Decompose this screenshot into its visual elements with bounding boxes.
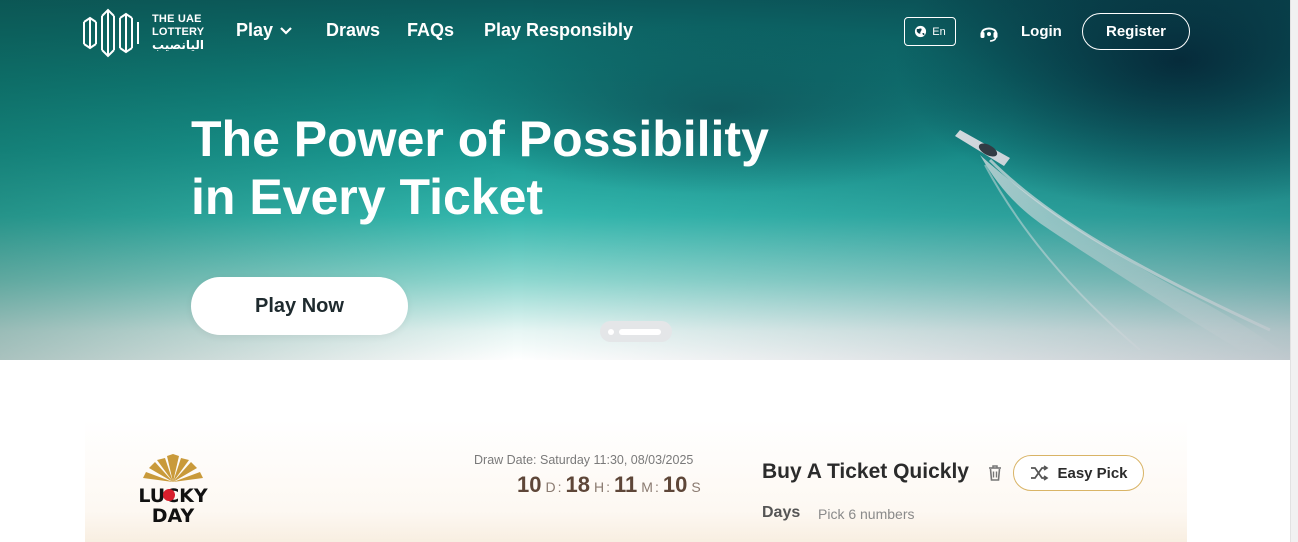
language-selector[interactable]: En [904,17,956,46]
carousel-dot[interactable] [608,328,614,335]
nav-play[interactable]: Play [236,20,293,41]
register-button[interactable]: Register [1082,13,1190,50]
countdown-separator: : [557,479,562,495]
lottery-logo-icon [83,8,139,58]
brand-name: THE UAE LOTTERY اليانصيب [152,13,204,52]
brand-line-3: اليانصيب [152,37,204,52]
countdown-hours: 18 [565,472,590,497]
nav-draws[interactable]: Draws [326,20,380,41]
draw-countdown: 10 D : 18 H : 11 M : 10 S [517,472,703,498]
countdown-seconds-unit: S [691,479,701,495]
easy-pick-label: Easy Pick [1057,464,1128,482]
lucky-day-logo: LUCKY DAY [138,454,208,526]
play-now-button[interactable]: Play Now [191,277,408,335]
nav-play-responsibly[interactable]: Play Responsibly [484,20,633,41]
countdown-minutes: 11 [614,472,638,497]
support-headset-icon[interactable] [978,21,1000,43]
hero-headline-line-1: The Power of Possibility [191,111,769,167]
countdown-minutes-unit: M [641,479,653,495]
nav-faqs[interactable]: FAQs [407,20,454,41]
days-label: Days [762,504,801,521]
countdown-days: 10 [517,472,542,497]
carousel-dot-active[interactable] [619,328,661,335]
brand-line-2: LOTTERY [152,25,205,38]
quick-buy-title: Buy A Ticket Quickly [762,460,969,483]
countdown-seconds: 10 [662,472,688,497]
carousel-indicator [600,321,672,342]
nav-play-label: Play [236,20,274,40]
speedboat-wake-image [955,130,1280,350]
shuffle-icon [1031,465,1049,481]
brand-line-1: THE UAE [152,12,202,25]
countdown-days-unit: D [545,479,556,495]
countdown-hours-unit: H [593,479,605,495]
globe-icon [915,25,927,38]
chevron-down-icon [280,26,292,35]
top-navigation: THE UAE LOTTERY اليانصيب Play Draws FAQs… [0,0,1290,64]
brand-logo[interactable]: THE UAE LOTTERY اليانصيب [82,6,204,58]
trash-icon[interactable] [985,463,1005,483]
pick-hint: Pick 6 numbers [818,506,915,522]
draw-date: Draw Date: Saturday 11:30, 08/03/2025 [474,453,694,467]
easy-pick-button[interactable]: Easy Pick [1013,455,1144,491]
countdown-separator: : [654,479,659,495]
language-label: En [932,25,946,38]
hero-headline: The Power of Possibility in Every Ticket [191,110,769,226]
lucky-logo-word-2: DAY [152,505,195,526]
hero-headline-line-2: in Every Ticket [191,169,544,225]
countdown-separator: : [606,479,610,495]
login-link[interactable]: Login [1021,23,1062,40]
page-scrollbar[interactable] [1290,0,1298,542]
